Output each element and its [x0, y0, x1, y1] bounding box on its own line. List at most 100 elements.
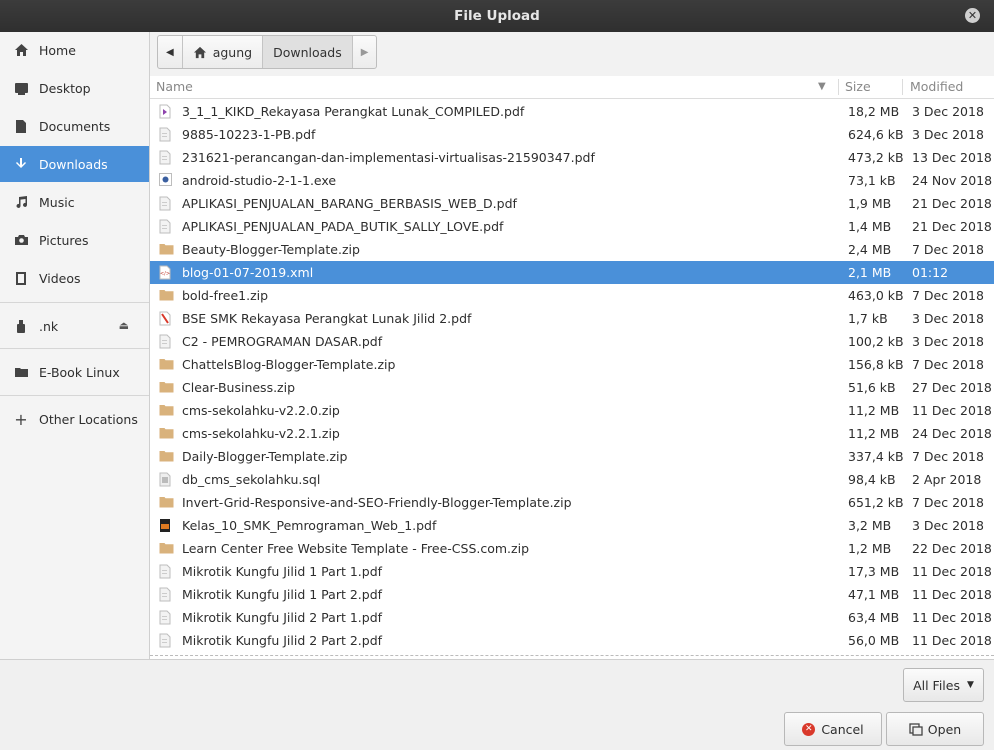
file-row[interactable]: APLIKASI_PENJUALAN_BARANG_BERBASIS_WEB_D…: [150, 192, 994, 215]
file-row[interactable]: 231621-perancangan-dan-implementasi-virt…: [150, 146, 994, 169]
pdf-icon: [159, 311, 173, 326]
cancel-label: Cancel: [821, 721, 864, 737]
archive-icon: [159, 357, 174, 372]
file-row[interactable]: db_cms_sekolahku.sql 98,4 kB 2 Apr 2018: [150, 468, 994, 491]
svg-text:</>: </>: [160, 271, 170, 277]
file-row[interactable]: BSE SMK Rekayasa Perangkat Lunak Jilid 2…: [150, 307, 994, 330]
file-name: Learn Center Free Website Template - Fre…: [182, 541, 529, 556]
file-row[interactable]: cms-sekolahku-v2.2.1.zip 11,2 MB 24 Dec 20…: [150, 422, 994, 445]
file-size: 1,2 MB: [848, 541, 892, 556]
file-modified: 7 Dec 2018: [912, 357, 984, 372]
file-modified: 7 Dec 2018: [912, 495, 984, 510]
file-row[interactable]: bold-free1.zip 463,0 kB 7 Dec 2018: [150, 284, 994, 307]
file-modified: 3 Dec 2018: [912, 518, 984, 533]
path-back-button[interactable]: ◀: [158, 36, 183, 68]
path-segment-home[interactable]: agung: [183, 36, 264, 68]
file-name: cms-sekolahku-v2.2.0.zip: [182, 403, 340, 418]
file-name: 9885-10223-1-PB.pdf: [182, 127, 316, 142]
eject-icon[interactable]: ⏏: [119, 319, 129, 332]
close-icon[interactable]: ✕: [965, 8, 980, 23]
file-row[interactable]: APLIKASI_PENJUALAN_PADA_BUTIK_SALLY_LOVE…: [150, 215, 994, 238]
file-row[interactable]: Invert-Grid-Responsive-and-SEO-Friendly-…: [150, 491, 994, 514]
sidebar-item-home[interactable]: Home: [0, 32, 149, 68]
file-name: Invert-Grid-Responsive-and-SEO-Friendly-…: [182, 495, 572, 510]
video-icon: [13, 270, 29, 286]
file-size: 624,6 kB: [848, 127, 904, 142]
sql-file-icon: [159, 472, 173, 487]
sidebar-item-videos[interactable]: Videos: [0, 260, 149, 296]
chevron-left-icon: ◀: [166, 46, 174, 58]
archive-icon: [159, 541, 174, 556]
file-row[interactable]: C2 - PEMROGRAMAN DASAR.pdf 100,2 kB 3 Dec …: [150, 330, 994, 353]
sort-down-icon[interactable]: ▼: [818, 76, 826, 98]
column-header-modified[interactable]: Modified: [910, 76, 963, 98]
sidebar-item-pictures[interactable]: Pictures: [0, 222, 149, 258]
file-row[interactable]: Beauty-Blogger-Template.zip 2,4 MB 7 Dec 2…: [150, 238, 994, 261]
archive-icon: [159, 403, 174, 418]
sidebar-item-music[interactable]: Music: [0, 184, 149, 220]
file-size: 51,6 kB: [848, 380, 896, 395]
music-icon: [13, 194, 29, 210]
file-size: 11,2 MB: [848, 426, 900, 441]
archive-icon: [159, 288, 174, 303]
file-size: 18,2 MB: [848, 104, 900, 119]
file-filter-dropdown[interactable]: All Files ▼: [903, 668, 984, 702]
document-icon: [159, 587, 173, 602]
sidebar-item-device[interactable]: .nk ⏏: [0, 308, 149, 344]
file-row[interactable]: Mikrotik Kungfu Jilid 1 Part 1.pdf 17,3 M…: [150, 560, 994, 583]
file-name: APLIKASI_PENJUALAN_BARANG_BERBASIS_WEB_D…: [182, 196, 517, 211]
file-row[interactable]: Learn Center Free Website Template - Fre…: [150, 537, 994, 560]
document-icon: [159, 633, 173, 648]
pdf-icon: [159, 518, 173, 533]
file-name: Beauty-Blogger-Template.zip: [182, 242, 360, 257]
file-row[interactable]: android-studio-2-1-1.exe 73,1 kB 24 Nov 20…: [150, 169, 994, 192]
column-header-size[interactable]: Size: [845, 76, 871, 98]
file-row[interactable]: </> blog-01-07-2019.xml 2,1 MB 01:12: [150, 261, 994, 284]
file-modified: 11 Dec 2018: [912, 610, 992, 625]
file-list: Name ▼ Size Modified 3_1_1_KIKD_Rekayasa…: [150, 76, 994, 659]
cancel-button[interactable]: ✕ Cancel: [784, 712, 882, 746]
file-row[interactable]: Mikrotik Kungfu Jilid 2 Part 1.pdf 63,4 M…: [150, 606, 994, 629]
file-row[interactable]: cms-sekolahku-v2.2.0.zip 11,2 MB 11 Dec 20…: [150, 399, 994, 422]
chevron-right-icon: ▶: [360, 46, 369, 58]
path-forward-button[interactable]: ▶: [353, 36, 377, 68]
window-title: File Upload: [454, 8, 540, 24]
file-row[interactable]: Mikrotik Kungfu Jilid 1 Part 2.pdf 47,1 M…: [150, 583, 994, 606]
file-name: cms-sekolahku-v2.2.1.zip: [182, 426, 340, 441]
file-modified: 3 Dec 2018: [912, 334, 984, 349]
file-size: 473,2 kB: [848, 150, 904, 165]
sidebar-item-label: .nk: [39, 318, 59, 334]
home-icon: [193, 46, 207, 59]
sidebar-item-ebook-linux[interactable]: E-Book Linux: [0, 354, 149, 390]
path-segment-downloads[interactable]: Downloads: [263, 36, 353, 68]
sidebar-item-documents[interactable]: Documents: [0, 108, 149, 144]
file-row[interactable]: 9885-10223-1-PB.pdf 624,6 kB 3 Dec 2018: [150, 123, 994, 146]
file-modified: 21 Dec 2018: [912, 196, 992, 211]
file-modified: 11 Dec 2018: [912, 564, 992, 579]
file-modified: 3 Dec 2018: [912, 104, 984, 119]
sidebar-item-label: Other Locations: [39, 411, 138, 427]
sidebar-divider: [0, 348, 149, 349]
path-segment-label: Downloads: [273, 44, 342, 60]
sidebar-item-desktop[interactable]: Desktop: [0, 70, 149, 106]
file-row[interactable]: Mikrotik Kungfu Jilid 2 Part 2.pdf 56,0 M…: [150, 629, 994, 652]
file-row[interactable]: Kelas_10_SMK_Pemrograman_Web_1.pdf 3,2 MB…: [150, 514, 994, 537]
file-modified: 24 Nov 2018: [912, 173, 993, 188]
file-row[interactable]: Daily-Blogger-Template.zip 337,4 kB 7 Dec …: [150, 445, 994, 468]
file-row[interactable]: 3_1_1_KIKD_Rekayasa Perangkat Lunak_COMP…: [150, 100, 994, 123]
file-name: 231621-perancangan-dan-implementasi-virt…: [182, 150, 595, 165]
file-name: Mikrotik Kungfu Jilid 2 Part 2.pdf: [182, 633, 383, 648]
places-sidebar: Home Desktop Documents Downloads Music P…: [0, 32, 150, 659]
sidebar-item-other-locations[interactable]: + Other Locations: [0, 401, 149, 437]
file-size: 1,7 kB: [848, 311, 888, 326]
open-button[interactable]: Open: [886, 712, 984, 746]
archive-icon: [159, 449, 174, 464]
document-icon: [159, 334, 173, 349]
archive-icon: [159, 242, 174, 257]
sidebar-item-downloads[interactable]: Downloads: [0, 146, 149, 182]
file-row[interactable]: Clear-Business.zip 51,6 kB 27 Dec 2018: [150, 376, 994, 399]
file-row[interactable]: ChattelsBlog-Blogger-Template.zip 156,8 k…: [150, 353, 994, 376]
file-modified: 7 Dec 2018: [912, 449, 984, 464]
file-size: 2,1 MB: [848, 265, 892, 280]
column-header-name[interactable]: Name: [156, 76, 193, 98]
